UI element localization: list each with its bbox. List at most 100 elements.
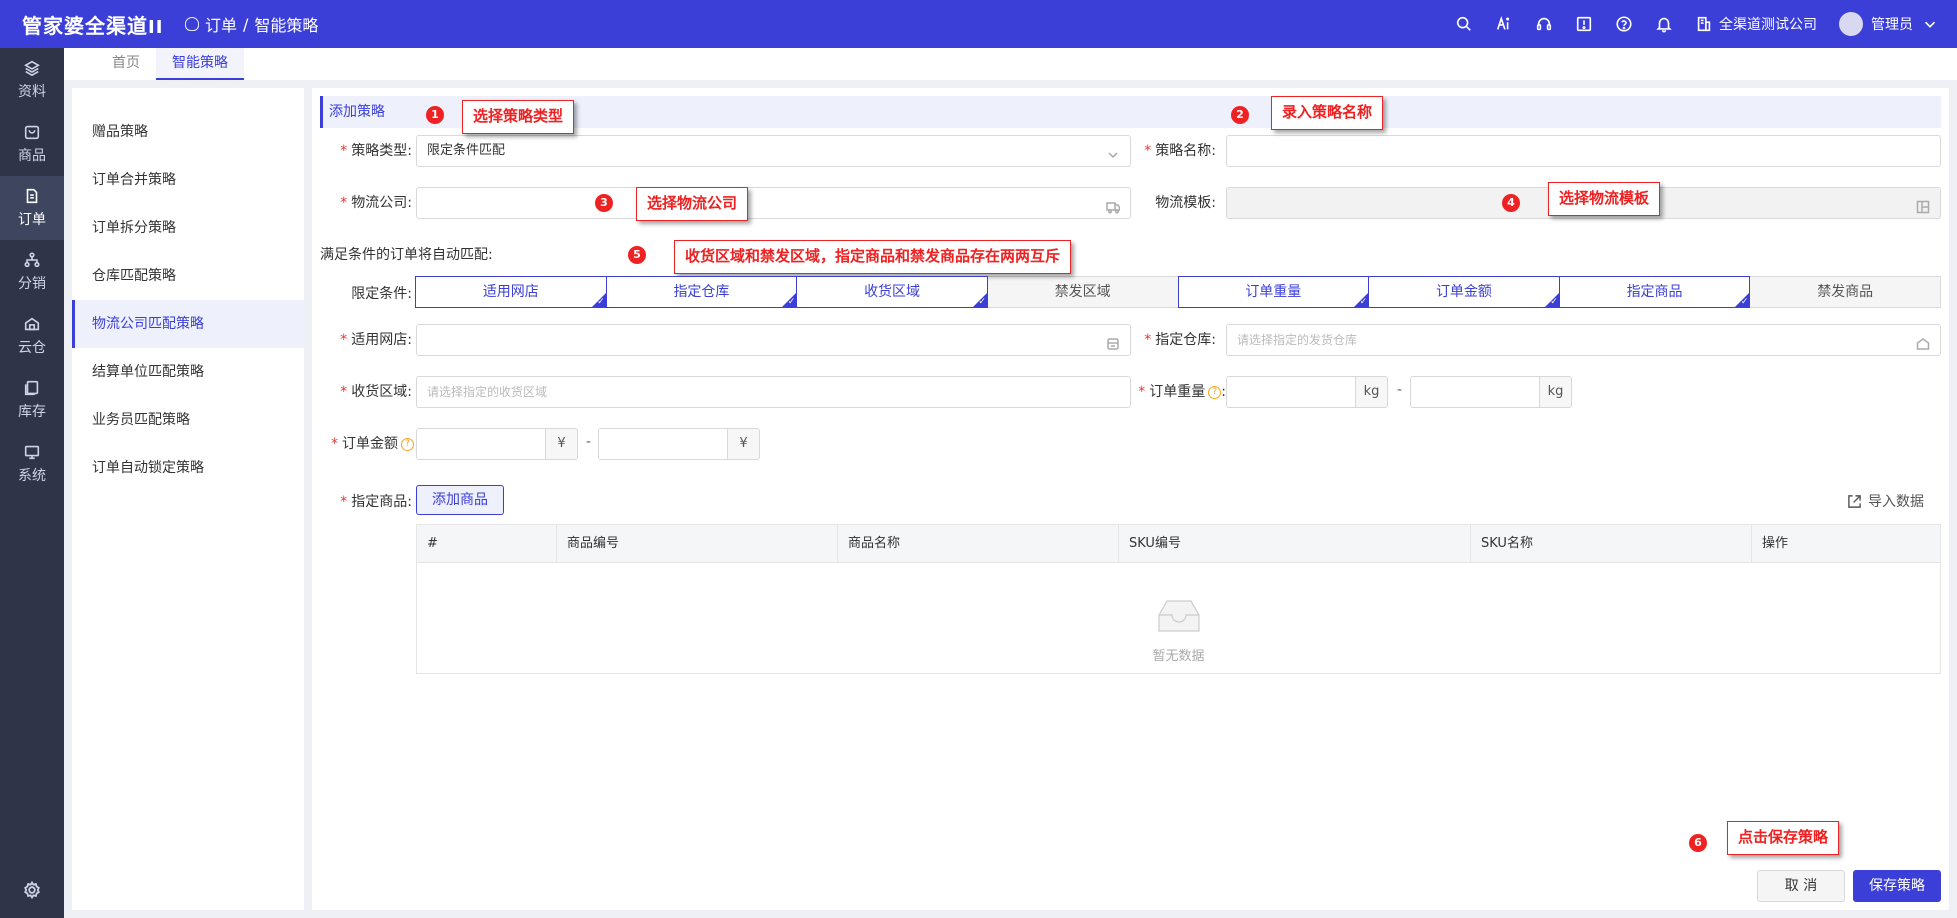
tab-home[interactable]: 首页 [96,48,156,80]
region-label: * 收货区域: [340,384,412,400]
check-icon: ✓ [1740,297,1749,307]
monitor-icon [24,445,40,460]
annotation-callout: 选择物流公司 [636,187,749,221]
warehouse-placeholder: 请选择指定的发货仓库 [1237,333,1358,347]
rail-item-order[interactable]: 订单 [0,176,64,240]
breadcrumb-item-order[interactable]: 订单 [205,12,237,36]
layers-icon [24,60,40,77]
empty-text: 暂无数据 [1152,649,1205,664]
chevron-down-icon [1106,144,1120,159]
column-header-goods-name: 商品名称 [838,525,1119,563]
conditions-label: 限定条件: [351,286,412,302]
rail-label: 订单 [18,212,46,228]
page-tabs: 首页 智能策略 [64,48,1957,80]
rail-label: 云仓 [18,340,46,356]
shop-select[interactable] [416,324,1131,356]
column-header-index: # [417,525,557,563]
check-icon: ✓ [1550,297,1558,307]
weight-max-input[interactable] [1410,376,1540,408]
sidebar-item-salesman-match[interactable]: 业务员匹配策略 [72,396,304,444]
required-mark: * [1144,143,1152,159]
help-icon[interactable]: ? [1208,385,1222,399]
check-icon: ✓ [787,297,796,307]
import-data-button[interactable]: 导入数据 [1847,491,1924,511]
headset-icon[interactable] [1535,15,1553,33]
region-select[interactable]: 请选择指定的收货区域 [416,376,1131,408]
empty-box-icon [1157,600,1200,632]
strategy-name-label: * 策略名称: [1144,143,1216,159]
condition-warehouse[interactable]: 指定仓库 ✓ [605,276,798,308]
goods-icon [24,125,40,140]
rail-item-cloud-warehouse[interactable]: 云仓 [0,304,64,368]
add-goods-button[interactable]: 添加商品 [416,485,504,515]
template-icon [1916,196,1930,214]
search-icon[interactable] [1455,15,1473,33]
ai-icon[interactable] [1495,15,1513,33]
warehouse-select[interactable]: 请选择指定的发货仓库 [1226,324,1941,356]
import-icon [1848,494,1861,508]
help-icon[interactable] [1615,15,1633,33]
annotation-callout: 选择物流模板 [1548,182,1661,216]
sidebar-item-settlement-match[interactable]: 结算单位匹配策略 [72,348,304,396]
condition-shop[interactable]: 适用网店 ✓ [415,276,607,308]
company-switcher[interactable]: 全渠道测试公司 [1695,14,1817,34]
bell-icon[interactable] [1655,15,1673,33]
logistics-company-select[interactable] [416,187,1131,219]
column-header-sku-name: SKU名称 [1471,525,1752,563]
amount-min-unit: ¥ [546,428,578,460]
sidebar-item-warehouse-match[interactable]: 仓库匹配策略 [72,252,304,300]
condition-goods[interactable]: 指定商品 ✓ [1558,276,1751,308]
tab-smart-strategy[interactable]: 智能策略 [156,48,244,80]
sidebar-item-order-split[interactable]: 订单拆分策略 [72,204,304,252]
strategy-type-label: * 策略类型: [340,143,412,159]
strategy-type-select[interactable]: 限定条件匹配 [416,135,1131,167]
annotation-number: 1 [426,106,444,124]
goods-label: * 指定商品: [340,494,412,510]
sidebar-item-auto-lock[interactable]: 订单自动锁定策略 [72,444,304,492]
annotation-number: 2 [1231,106,1249,124]
app-logo[interactable]: 管家婆全渠道II [0,10,185,39]
condition-region[interactable]: 收货区域 ✓ [796,276,988,308]
weight-min-unit: kg [1356,376,1388,408]
sidebar-item-order-merge[interactable]: 订单合并策略 [72,156,304,204]
weight-range-separator: - [1397,382,1403,398]
rail-label: 系统 [18,468,46,484]
annotation-number: 5 [628,246,646,264]
required-mark: * [340,494,348,510]
condition-amount[interactable]: 订单金额 ✓ [1368,276,1560,308]
cancel-button[interactable]: 取 消 [1757,870,1845,902]
goods-table: # 商品编号 商品名称 SKU编号 SKU名称 操作 暂无数据 [416,524,1941,674]
user-menu[interactable]: 管理员 [1839,12,1939,36]
chevron-down-icon [1921,15,1939,33]
breadcrumb-item-smart-strategy: 智能策略 [254,16,319,35]
building-icon [1695,15,1713,33]
strategy-name-input[interactable] [1226,135,1941,167]
condition-weight[interactable]: 订单重量 ✓ [1177,276,1370,308]
rail-item-stock[interactable]: 库存 [0,368,64,432]
manual-icon[interactable] [1575,15,1593,33]
amount-range-separator: - [586,434,592,450]
cloud-warehouse-icon [24,317,40,331]
rail-item-system[interactable]: 系统 [0,432,64,496]
auto-match-hint: 满足条件的订单将自动匹配: [320,247,493,263]
settings-button[interactable] [0,880,64,900]
sidebar-item-gift[interactable]: 赠品策略 [72,108,304,156]
condition-banned-goods[interactable]: 禁发商品 [1749,276,1941,308]
save-strategy-button[interactable]: 保存策略 [1853,870,1941,902]
rail-item-distribution[interactable]: 分销 [0,240,64,304]
sidebar-item-logistics-match[interactable]: 物流公司匹配策略 [72,300,304,348]
help-icon[interactable]: ? [401,437,414,451]
rail-item-data[interactable]: 资料 [0,48,64,112]
strategy-sidebar: 赠品策略 订单合并策略 订单拆分策略 仓库匹配策略 物流公司匹配策略 结算单位匹… [72,88,304,910]
condition-banned-region[interactable]: 禁发区域 [986,276,1179,308]
amount-min-input[interactable] [416,428,546,460]
amount-max-input[interactable] [598,428,728,460]
required-mark: * [1144,332,1152,348]
logistics-template-label: 物流模板: [1155,195,1216,211]
rail-item-goods[interactable]: 商品 [0,112,64,176]
weight-min-input[interactable] [1226,376,1356,408]
avatar [1839,12,1863,36]
empty-state: 暂无数据 [417,597,1940,664]
logistics-company-label: * 物流公司: [340,195,412,211]
top-bar: 管家婆全渠道II 订单 / 智能策略 全渠道测试公司 管理员 [0,0,1957,48]
